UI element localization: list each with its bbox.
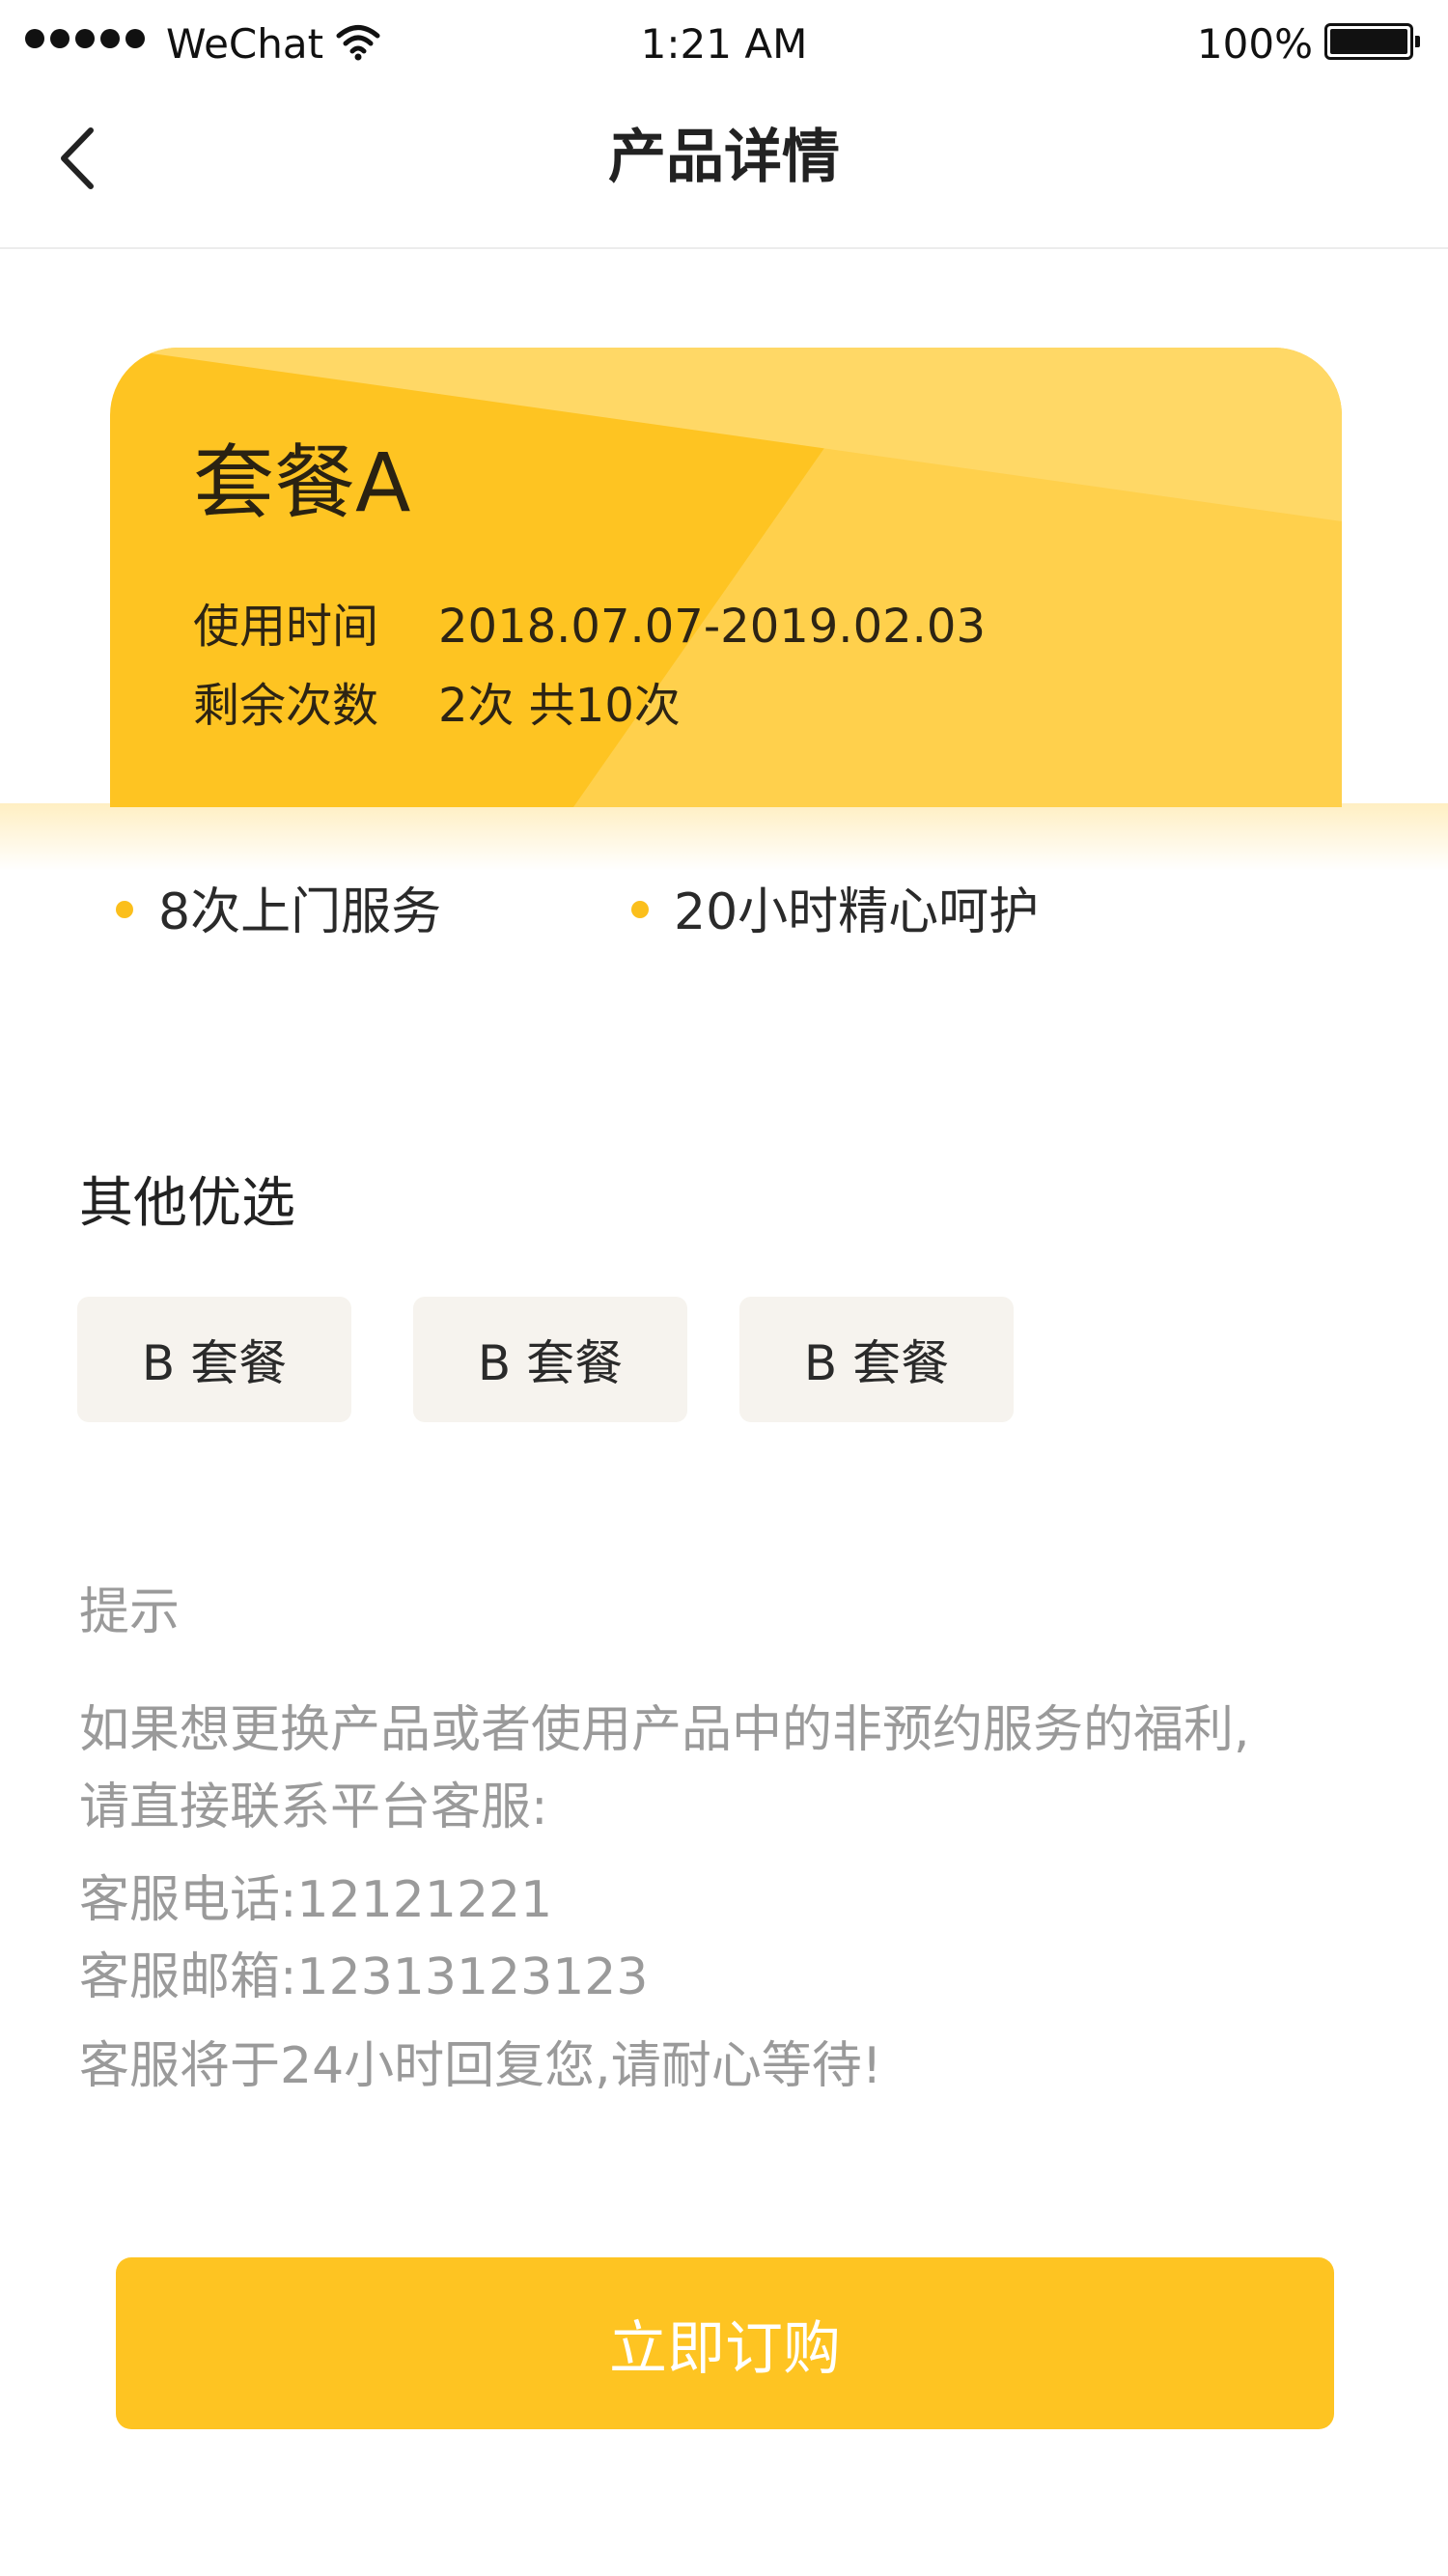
status-bar: WeChat 1:21 AM 100%: [0, 0, 1448, 87]
feature-label: 8次上门服务: [158, 883, 442, 941]
usage-time-row: 使用时间 2018.07.07-2019.02.03: [193, 593, 986, 660]
product-name: 套餐A: [193, 435, 411, 530]
remaining-count-row: 剩余次数 2次 共10次: [193, 672, 681, 740]
card-shadow: [0, 803, 1448, 871]
other-options-title: 其他优选: [79, 1172, 295, 1235]
bullet-dot-icon: [116, 901, 133, 918]
service-phone: 客服电话:12121221: [79, 1871, 553, 1929]
remaining-count-label: 剩余次数: [193, 679, 379, 733]
usage-time-value: 2018.07.07-2019.02.03: [438, 600, 986, 654]
service-email: 客服邮箱:12313123123: [79, 1948, 649, 2006]
page-title: 产品详情: [608, 124, 840, 191]
remaining-count-value: 2次 共10次: [438, 679, 681, 733]
product-card: 套餐A 使用时间 2018.07.07-2019.02.03 剩余次数 2次 共10…: [110, 348, 1342, 807]
feature-label: 20小时精心呵护: [674, 883, 1040, 941]
battery-icon: [1324, 23, 1420, 60]
option-button[interactable]: B 套餐: [77, 1297, 351, 1422]
reply-notice: 客服将于24小时回复您,请耐心等待!: [79, 2037, 882, 2095]
order-now-button[interactable]: 立即订购: [116, 2257, 1334, 2429]
nav-bar: 产品详情: [0, 87, 1448, 249]
tips-text-line: 如果想更换产品或者使用产品中的非预约服务的福利,: [79, 1701, 1250, 1759]
tips-title: 提示: [79, 1583, 181, 1641]
feature-item: 8次上门服务: [116, 874, 441, 951]
feature-item: 20小时精心呵护: [631, 874, 1039, 951]
usage-time-label: 使用时间: [193, 600, 379, 654]
battery-percentage: 100%: [1196, 20, 1313, 68]
option-button[interactable]: B 套餐: [739, 1297, 1014, 1422]
bullet-dot-icon: [631, 901, 649, 918]
tips-text-line: 请直接联系平台客服:: [79, 1778, 548, 1836]
option-button[interactable]: B 套餐: [413, 1297, 687, 1422]
